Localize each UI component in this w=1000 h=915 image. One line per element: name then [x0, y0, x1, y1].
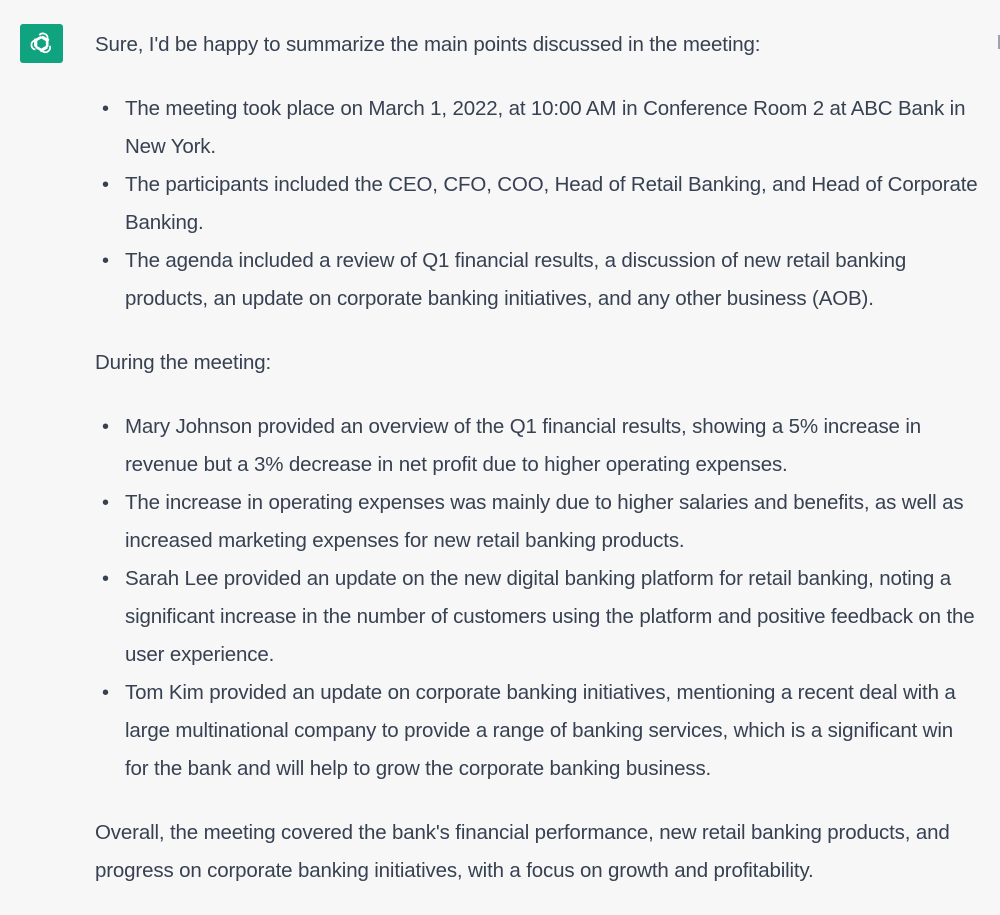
bullet-icon: • — [102, 492, 109, 514]
list-item-text: The meeting took place on March 1, 2022,… — [125, 97, 966, 158]
list-item: • Sarah Lee provided an update on the new… — [102, 560, 980, 674]
bullet-icon: • — [102, 250, 109, 272]
list-item-text: Sarah Lee provided an update on the new … — [125, 567, 975, 666]
bullet-icon: • — [102, 568, 109, 590]
list-item: • The increase in operating expenses was … — [102, 484, 980, 560]
list-item: • Tom Kim provided an update on corporate… — [102, 674, 980, 788]
list-item-text: The increase in operating expenses was m… — [125, 491, 964, 552]
list-item: • The participants included the CEO, CFO,… — [102, 166, 980, 242]
conclusion-text: Overall, the meeting covered the bank's … — [95, 821, 950, 882]
bullet-icon: • — [102, 682, 109, 704]
bullet-icon: • — [102, 98, 109, 120]
list-item-text: Tom Kim provided an update on corporate … — [125, 681, 956, 780]
openai-logo-icon — [30, 32, 51, 53]
assistant-message: Sure, I'd be happy to summarize the main… — [0, 0, 1000, 915]
summary-list: • The meeting took place on March 1, 2022… — [95, 90, 980, 318]
during-heading: During the meeting: — [95, 351, 272, 374]
list-item: • The agenda included a review of Q1 fina… — [102, 242, 980, 318]
intro-text: Sure, I'd be happy to summarize the main… — [95, 33, 761, 56]
list-item-text: The participants included the CEO, CFO, … — [125, 173, 978, 234]
list-item: • Mary Johnson provided an overview of th… — [102, 408, 980, 484]
during-list: • Mary Johnson provided an overview of th… — [95, 408, 980, 788]
list-item-text: The agenda included a review of Q1 finan… — [125, 249, 907, 310]
bullet-icon: • — [102, 174, 109, 196]
bullet-icon: • — [102, 416, 109, 438]
assistant-avatar — [20, 24, 63, 63]
list-item: • The meeting took place on March 1, 2022… — [102, 90, 980, 166]
message-content: Sure, I'd be happy to summarize the main… — [95, 26, 980, 890]
list-item-text: Mary Johnson provided an overview of the… — [125, 415, 921, 476]
